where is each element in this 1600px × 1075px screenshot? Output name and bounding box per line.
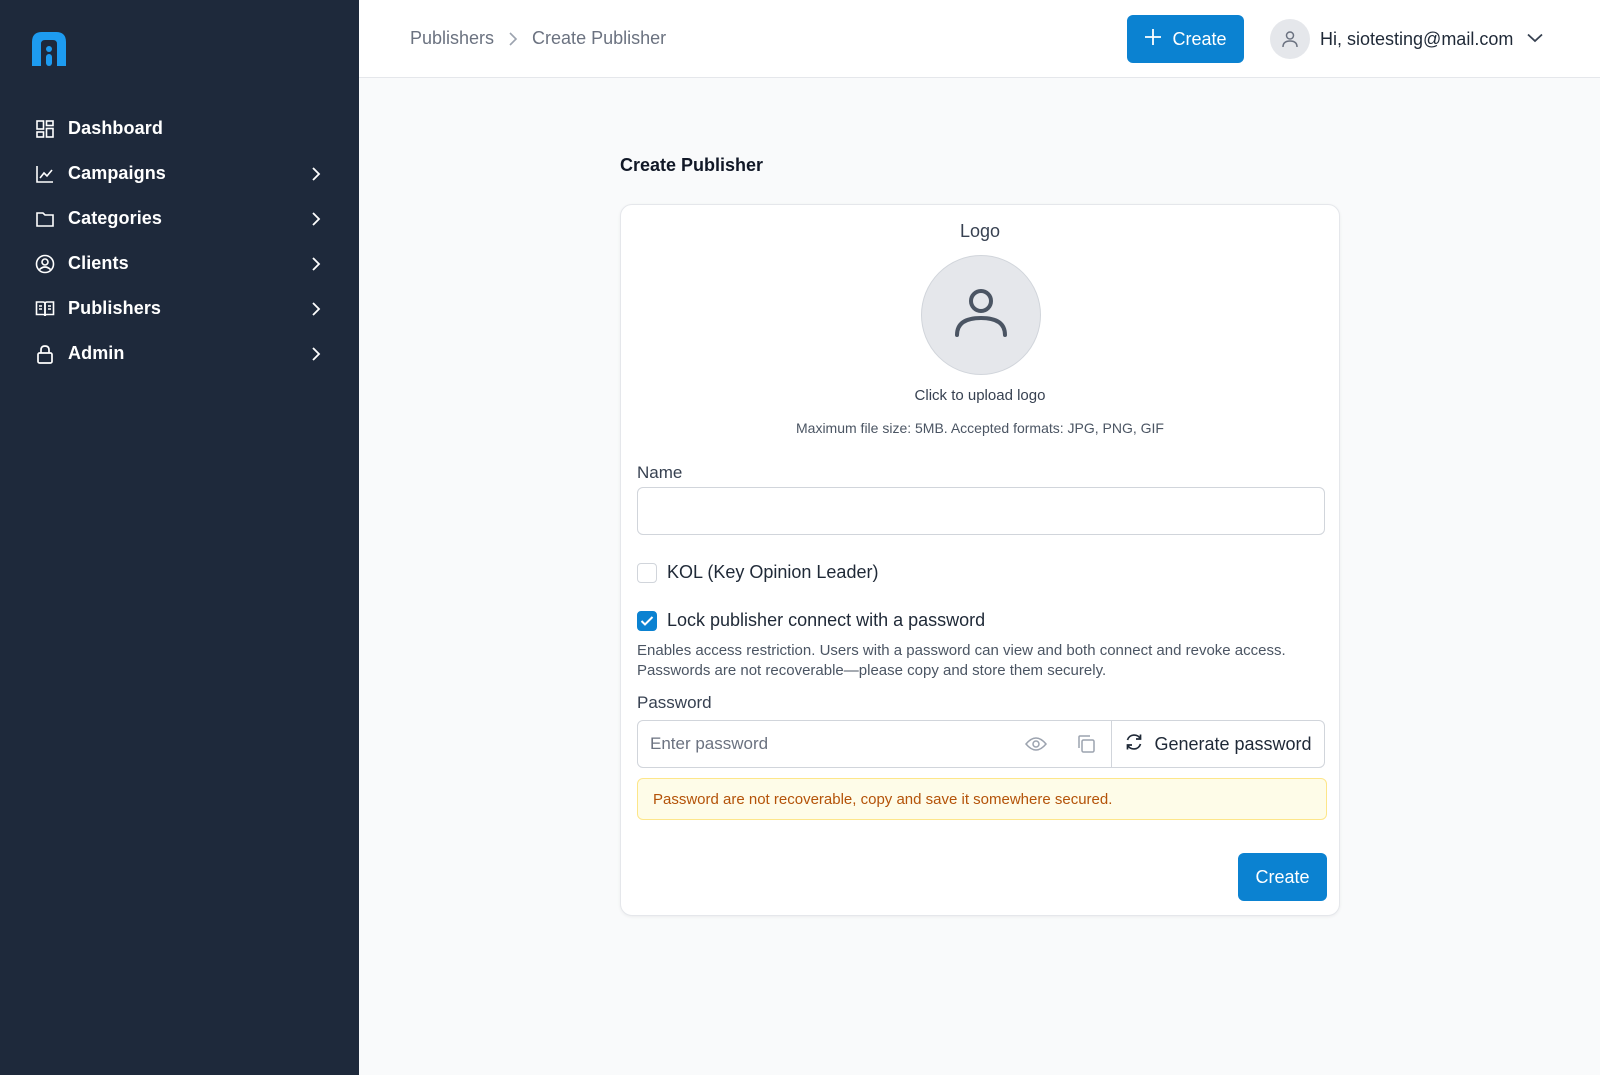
lock-icon — [34, 343, 56, 365]
breadcrumb-publishers-link[interactable]: Publishers — [410, 28, 494, 49]
generate-password-button[interactable]: Generate password — [1111, 721, 1324, 767]
copy-icon[interactable] — [1061, 721, 1111, 767]
lock-password-checkbox-row[interactable]: Lock publisher connect with a password — [637, 610, 985, 631]
sidebar-item-campaigns[interactable]: Campaigns — [0, 151, 359, 196]
sidebar-item-admin[interactable]: Admin — [0, 331, 359, 376]
lock-password-label: Lock publisher connect with a password — [667, 610, 986, 630]
sidebar-item-label: Publishers — [68, 298, 162, 318]
breadcrumb: Publishers Create Publisher — [410, 28, 666, 49]
kol-label: KOL (Key Opinion Leader) — [667, 562, 879, 582]
sidebar-item-label: Categories — [68, 208, 163, 228]
password-field-group: Generate password — [637, 720, 1325, 768]
kol-checkbox[interactable] — [637, 562, 657, 583]
chevron-right-icon — [307, 300, 325, 318]
chevron-right-icon — [307, 165, 325, 183]
name-input[interactable] — [637, 487, 1325, 535]
page-title: Create Publisher — [620, 155, 764, 175]
eye-icon[interactable] — [1011, 721, 1061, 767]
logo-upload-button[interactable] — [921, 255, 1041, 375]
sidebar-item-publishers[interactable]: Publishers — [0, 286, 359, 331]
sidebar-item-categories[interactable]: Categories — [0, 196, 359, 241]
kol-checkbox-row[interactable]: KOL (Key Opinion Leader) — [637, 562, 878, 583]
chevron-right-icon — [307, 255, 325, 273]
chevron-right-icon — [307, 210, 325, 228]
create-submit-button[interactable]: Create — [1238, 853, 1327, 901]
brand-logo-icon[interactable] — [30, 30, 68, 68]
password-input[interactable] — [638, 721, 1011, 767]
password-label: Password — [637, 693, 712, 712]
user-menu[interactable]: Hi, siotesting@mail.com — [1270, 19, 1543, 59]
lock-description: Enables access restriction. Users with a… — [637, 642, 1286, 679]
sidebar-item-dashboard[interactable]: Dashboard — [0, 106, 359, 151]
header-create-button[interactable]: Create — [1127, 15, 1244, 63]
folder-icon — [34, 208, 56, 230]
user-placeholder-icon — [953, 287, 1009, 344]
password-warning-alert: Password are not recoverable, copy and s… — [637, 778, 1327, 820]
logo-label: Logo — [959, 221, 1001, 241]
generate-password-label: Generate password — [1154, 733, 1312, 754]
sidebar-item-label: Campaigns — [68, 163, 166, 183]
sidebar-item-clients[interactable]: Clients — [0, 241, 359, 286]
lock-password-checkbox[interactable] — [637, 610, 657, 631]
sidebar: Dashboard Campaigns Categories Clients P… — [0, 0, 359, 1075]
name-label: Name — [637, 463, 683, 482]
user-circle-icon — [34, 253, 56, 275]
chevron-right-icon — [508, 31, 518, 46]
header-create-label: Create — [1172, 28, 1227, 49]
top-header: Publishers Create Publisher Create Hi, s… — [359, 0, 1600, 78]
chevron-down-icon — [1527, 30, 1543, 48]
plus-icon — [1144, 28, 1162, 51]
avatar — [1270, 19, 1310, 59]
dashboard-icon — [34, 118, 56, 140]
sidebar-item-label: Clients — [68, 253, 129, 273]
create-publisher-form: Logo Click to upload logo Maximum file s… — [620, 204, 1340, 916]
sidebar-item-label: Dashboard — [68, 118, 163, 138]
user-greeting: Hi, siotesting@mail.com — [1320, 28, 1514, 49]
upload-logo-text[interactable]: Click to upload logo — [621, 387, 1339, 404]
chart-line-icon — [34, 163, 56, 185]
upload-hint: Maximum file size: 5MB. Accepted formats… — [796, 420, 1164, 436]
chevron-right-icon — [307, 345, 325, 363]
book-open-icon — [34, 298, 56, 320]
sidebar-nav: Dashboard Campaigns Categories Clients P… — [0, 106, 359, 376]
sidebar-item-label: Admin — [68, 343, 125, 363]
refresh-icon — [1124, 732, 1144, 757]
breadcrumb-current: Create Publisher — [532, 28, 667, 48]
